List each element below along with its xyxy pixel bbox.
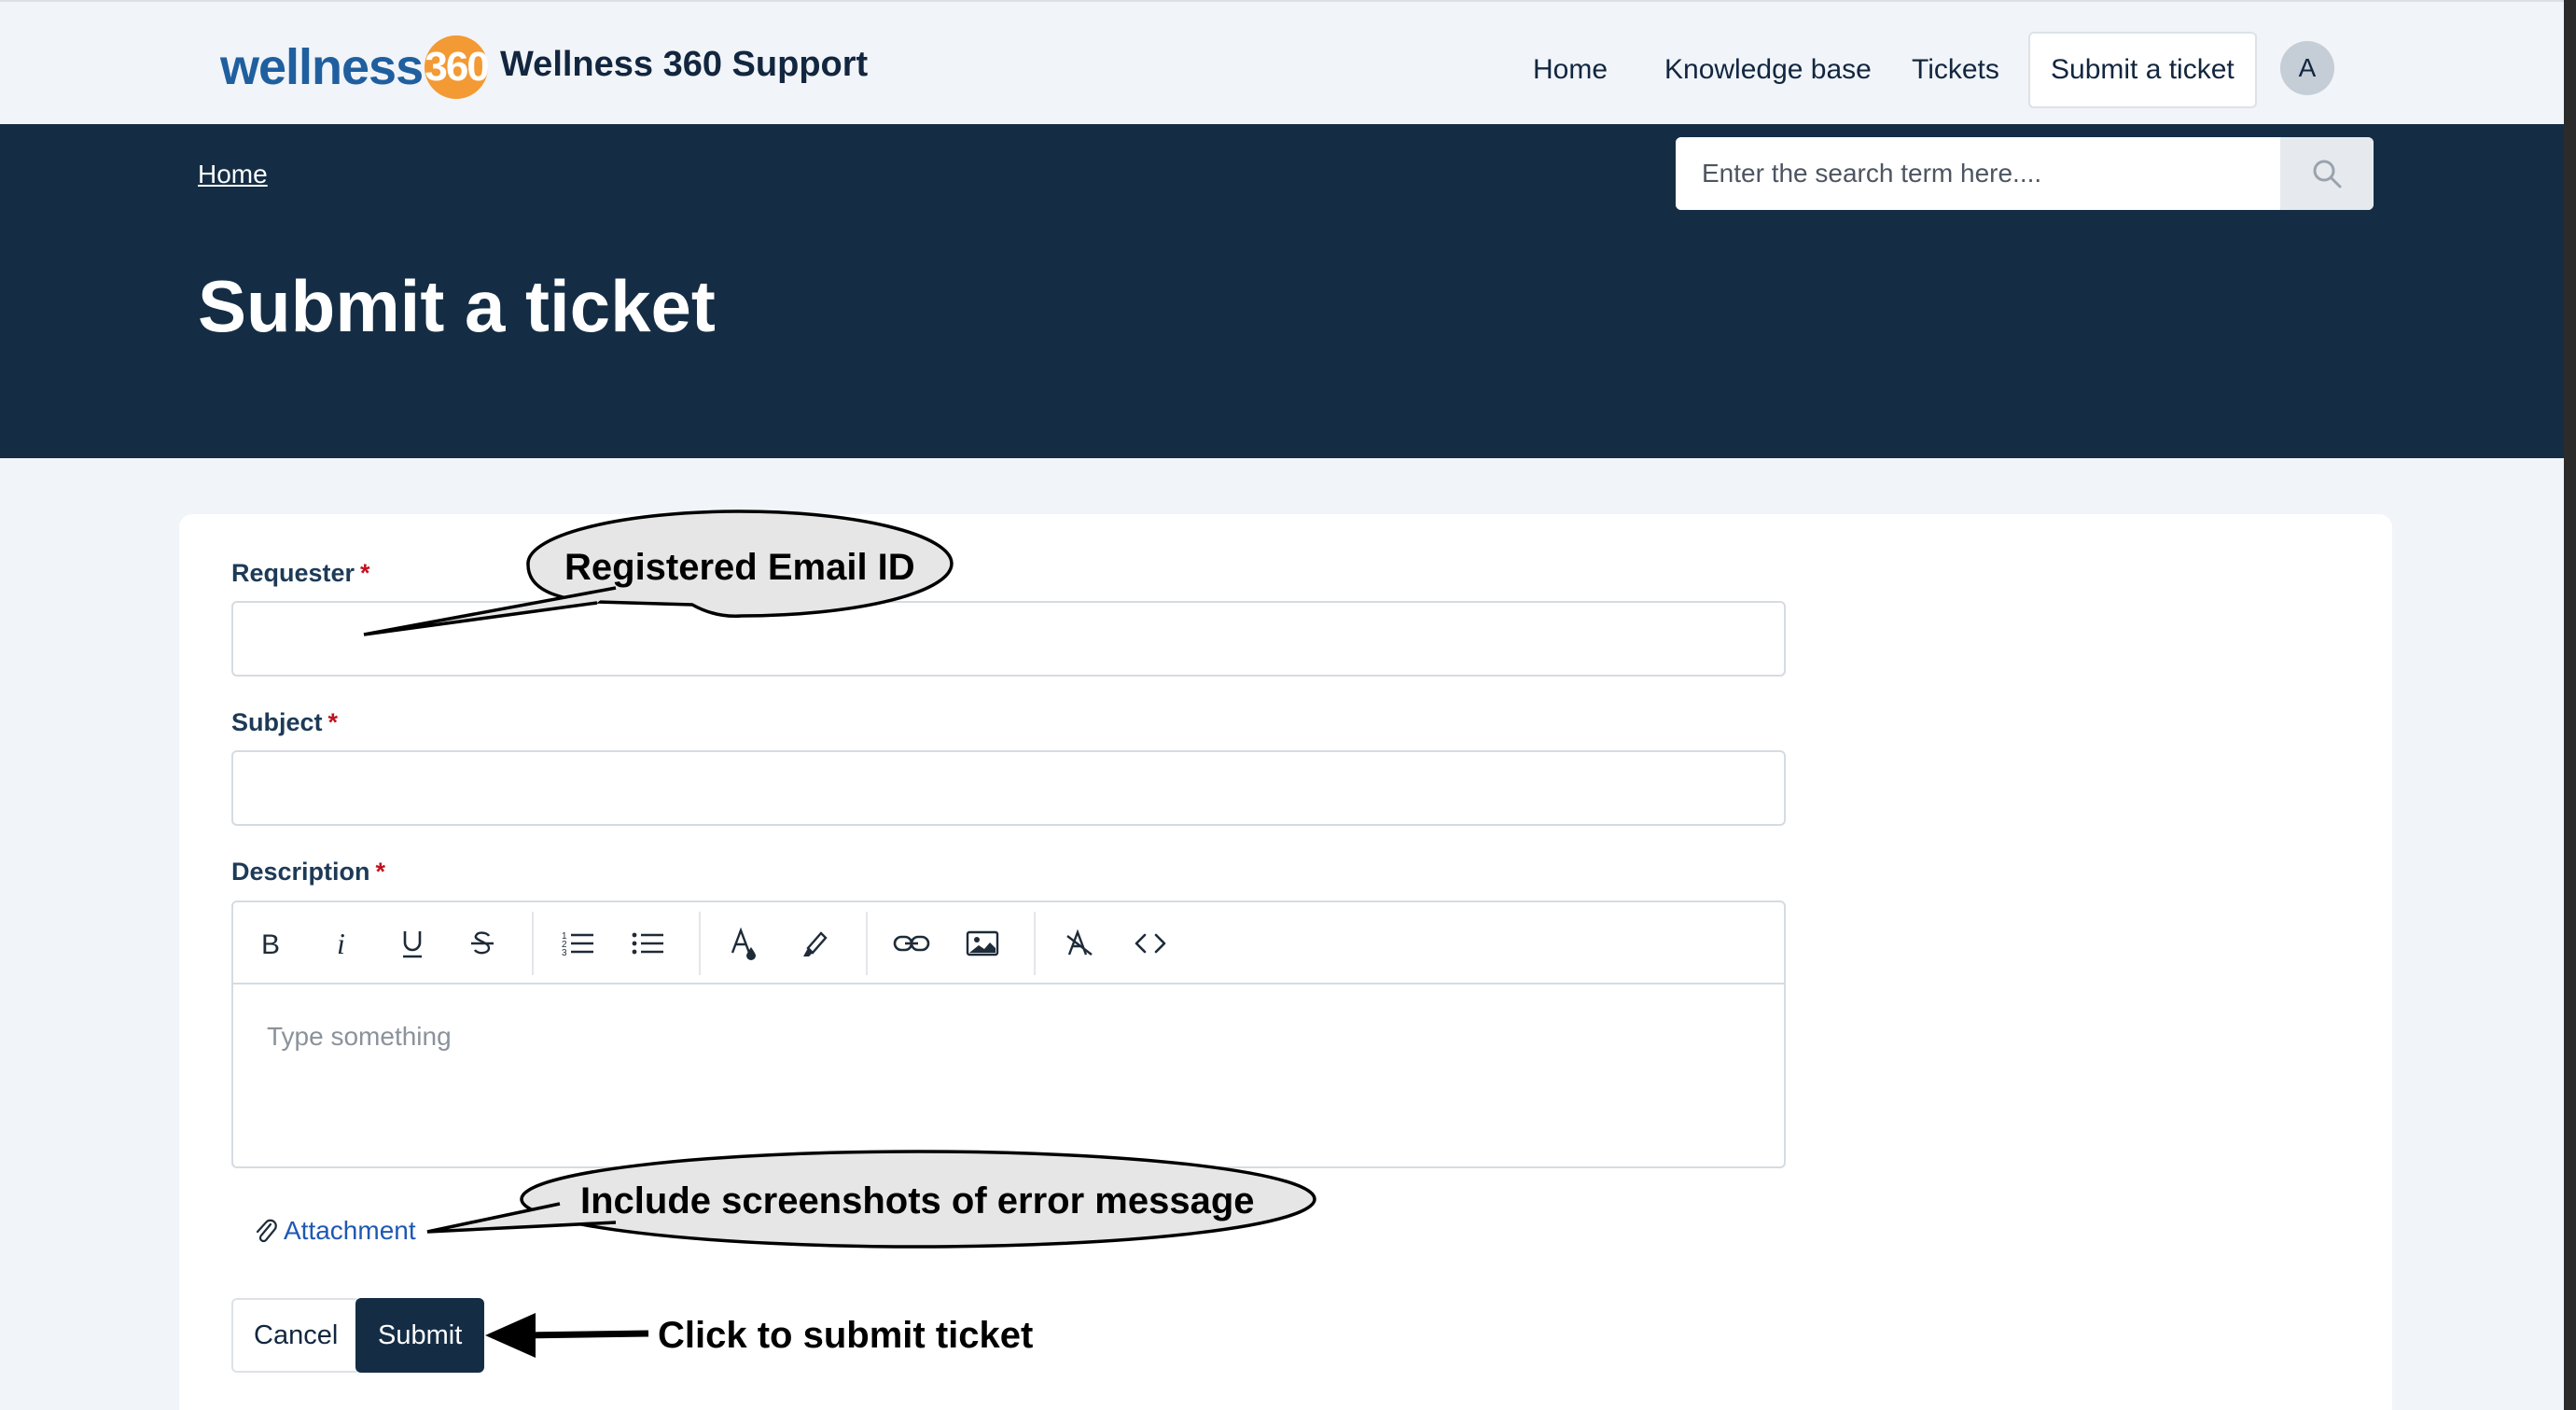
submit-callout-text: Click to submit ticket bbox=[658, 1315, 1034, 1356]
attachment-callout-text: Include screenshots of error message bbox=[580, 1180, 1255, 1222]
requester-callout-pointer bbox=[363, 586, 617, 636]
submit-arrow-head bbox=[485, 1313, 536, 1358]
requester-callout-text: Registered Email ID bbox=[564, 547, 915, 588]
page: wellness 360 Wellness 360 Support Home K… bbox=[0, 0, 2576, 1410]
window-edge bbox=[2564, 0, 2576, 1410]
submit-arrow-shaft bbox=[522, 1330, 649, 1339]
annotation-overlay bbox=[363, 510, 1316, 1358]
